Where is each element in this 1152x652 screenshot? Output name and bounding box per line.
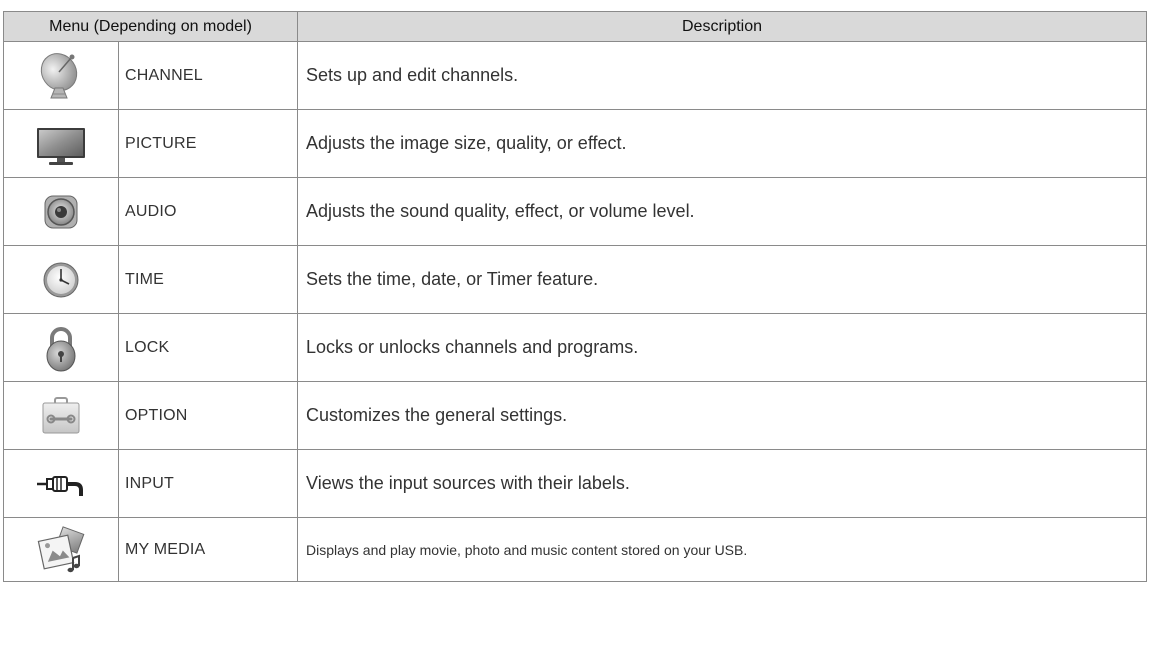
table-row: LOCK Locks or unlocks channels and progr… — [3, 313, 1147, 382]
menu-description: Sets the time, date, or Timer feature. — [297, 245, 1147, 314]
tv-monitor-icon — [33, 118, 89, 170]
menu-name: OPTION — [117, 381, 299, 450]
table-row: AUDIO Adjusts the sound quality, effect,… — [3, 177, 1147, 246]
table-row: TIME Sets the time, date, or Timer featu… — [3, 245, 1147, 314]
menu-description: Displays and play movie, photo and music… — [297, 517, 1147, 582]
table-header-row: Menu (Depending on model) Description — [2, 11, 1147, 42]
menu-name: LOCK — [117, 313, 299, 382]
menu-description: Adjusts the sound quality, effect, or vo… — [297, 177, 1147, 246]
padlock-icon — [33, 322, 89, 374]
menu-description: Adjusts the image size, quality, or effe… — [297, 109, 1147, 178]
clock-icon — [33, 254, 89, 306]
media-icon — [33, 524, 89, 576]
menu-name: MY MEDIA — [117, 517, 299, 582]
menu-column-header: Menu (Depending on model) — [2, 11, 299, 42]
menu-name: CHANNEL — [117, 41, 299, 110]
input-cable-icon — [33, 458, 89, 510]
menu-name: INPUT — [117, 449, 299, 518]
menu-description: Views the input sources with their label… — [297, 449, 1147, 518]
speaker-icon — [33, 186, 89, 238]
description-column-header: Description — [297, 11, 1147, 42]
menu-description: Sets up and edit channels. — [297, 41, 1147, 110]
menu-table: Menu (Depending on model) Description CH… — [2, 11, 1147, 582]
menu-description: Customizes the general settings. — [297, 381, 1147, 450]
table-row: OPTION Customizes the general settings. — [3, 381, 1147, 450]
table-row: CHANNEL Sets up and edit channels. — [3, 41, 1147, 110]
toolbox-icon — [33, 390, 89, 442]
menu-name: AUDIO — [117, 177, 299, 246]
menu-name: PICTURE — [117, 109, 299, 178]
table-row: INPUT Views the input sources with their… — [3, 449, 1147, 518]
menu-name: TIME — [117, 245, 299, 314]
menu-description: Locks or unlocks channels and programs. — [297, 313, 1147, 382]
satellite-dish-icon — [33, 50, 89, 102]
table-row: PICTURE Adjusts the image size, quality,… — [3, 109, 1147, 178]
table-row: MY MEDIA Displays and play movie, photo … — [3, 517, 1147, 582]
